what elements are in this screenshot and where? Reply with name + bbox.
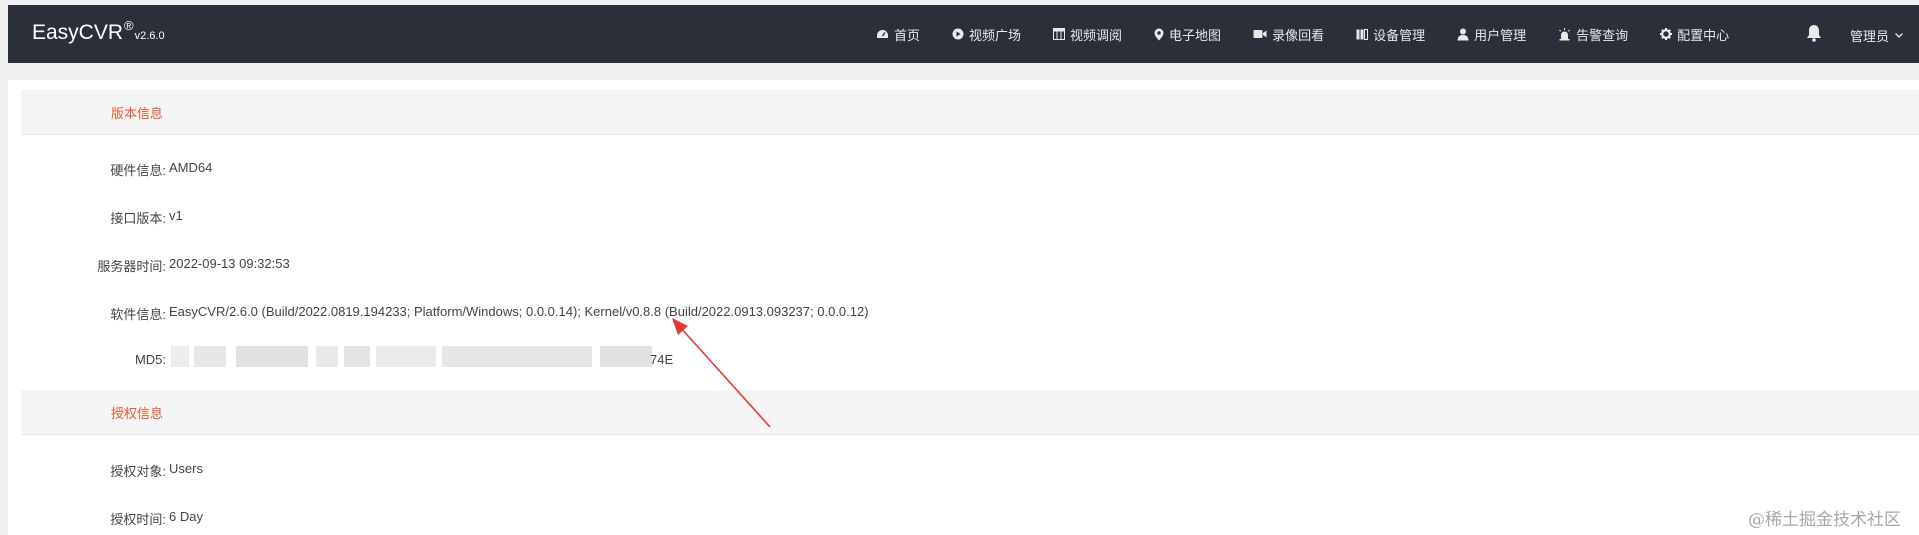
user-label: 管理员 — [1850, 29, 1890, 44]
gear-icon — [1660, 28, 1673, 40]
main-nav: 首页 视频广场 视频调阅 电子地图 录像回看 设备管理 用户管理 告警查询 配置… — [876, 5, 1729, 63]
nav-label: 电子地图 — [1169, 27, 1222, 43]
field-label: 软件信息: — [110, 307, 166, 322]
bell-icon[interactable] — [1806, 24, 1822, 42]
software-info-value: EasyCVR/2.6.0 (Build/2022.0819.194233; P… — [169, 304, 869, 319]
field-label: 授权对象: — [110, 464, 166, 479]
nav-playback[interactable]: 录像回看 — [1253, 25, 1324, 44]
registered-mark: ® — [124, 18, 134, 33]
nav-config-center[interactable]: 配置中心 — [1660, 25, 1729, 44]
grid-icon — [1053, 28, 1066, 40]
columns-icon — [1356, 28, 1369, 40]
field-label: MD5: — [134, 352, 166, 367]
section-title: 版本信息 — [111, 106, 164, 121]
nav-label: 配置中心 — [1677, 27, 1730, 43]
nav-label: 告警查询 — [1576, 27, 1629, 43]
hardware-info-value: AMD64 — [169, 160, 213, 175]
md5-value: 74E — [650, 352, 674, 367]
play-circle-icon — [952, 28, 964, 40]
nav-label: 视频调阅 — [1070, 27, 1123, 43]
top-navbar: EasyCVR®v2.6.0 首页 视频广场 视频调阅 电子地图 录像回看 设备… — [8, 5, 1919, 63]
nav-home[interactable]: 首页 — [876, 25, 920, 44]
nav-label: 首页 — [894, 27, 921, 43]
nav-label: 用户管理 — [1474, 27, 1527, 43]
field-label: 服务器时间: — [97, 259, 166, 274]
section-title: 授权信息 — [111, 406, 164, 421]
server-time-value: 2022-09-13 09:32:53 — [169, 256, 290, 271]
nav-video-review[interactable]: 视频调阅 — [1053, 25, 1122, 44]
nav-label: 录像回看 — [1272, 27, 1325, 43]
watermark: @稀土掘金技术社区 — [1748, 510, 1901, 530]
video-camera-icon — [1253, 30, 1267, 38]
nav-device-mgmt[interactable]: 设备管理 — [1356, 25, 1425, 44]
system-info-panel: 版本信息 硬件信息: AMD64 接口版本: v1 服务器时间: 2022-09… — [8, 80, 1919, 535]
alarm-icon — [1559, 27, 1570, 40]
nav-video-square[interactable]: 视频广场 — [952, 25, 1021, 44]
dashboard-icon — [877, 29, 888, 38]
app-logo[interactable]: EasyCVR®v2.6.0 — [32, 18, 165, 45]
license-info-header: 授权信息 — [21, 390, 1919, 435]
nav-label: 设备管理 — [1373, 27, 1426, 43]
nav-alarm-query[interactable]: 告警查询 — [1558, 25, 1628, 44]
api-version-value: v1 — [169, 208, 183, 223]
chevron-down-icon — [1895, 33, 1903, 38]
field-label: 授权时间: — [110, 512, 166, 527]
field-label: 接口版本: — [110, 211, 166, 226]
version-label: v2.6.0 — [134, 30, 165, 42]
license-target-value: Users — [169, 461, 203, 476]
user-menu[interactable]: 管理员 — [1850, 26, 1903, 45]
field-label: 硬件信息: — [110, 163, 166, 178]
license-time-value: 6 Day — [169, 509, 203, 524]
nav-user-mgmt[interactable]: 用户管理 — [1457, 25, 1526, 44]
nav-emap[interactable]: 电子地图 — [1154, 25, 1221, 44]
user-icon — [1457, 28, 1469, 40]
nav-label: 视频广场 — [969, 27, 1022, 43]
map-pin-icon — [1154, 28, 1164, 40]
brand-name: EasyCVR — [32, 21, 124, 44]
version-info-header: 版本信息 — [21, 90, 1919, 135]
